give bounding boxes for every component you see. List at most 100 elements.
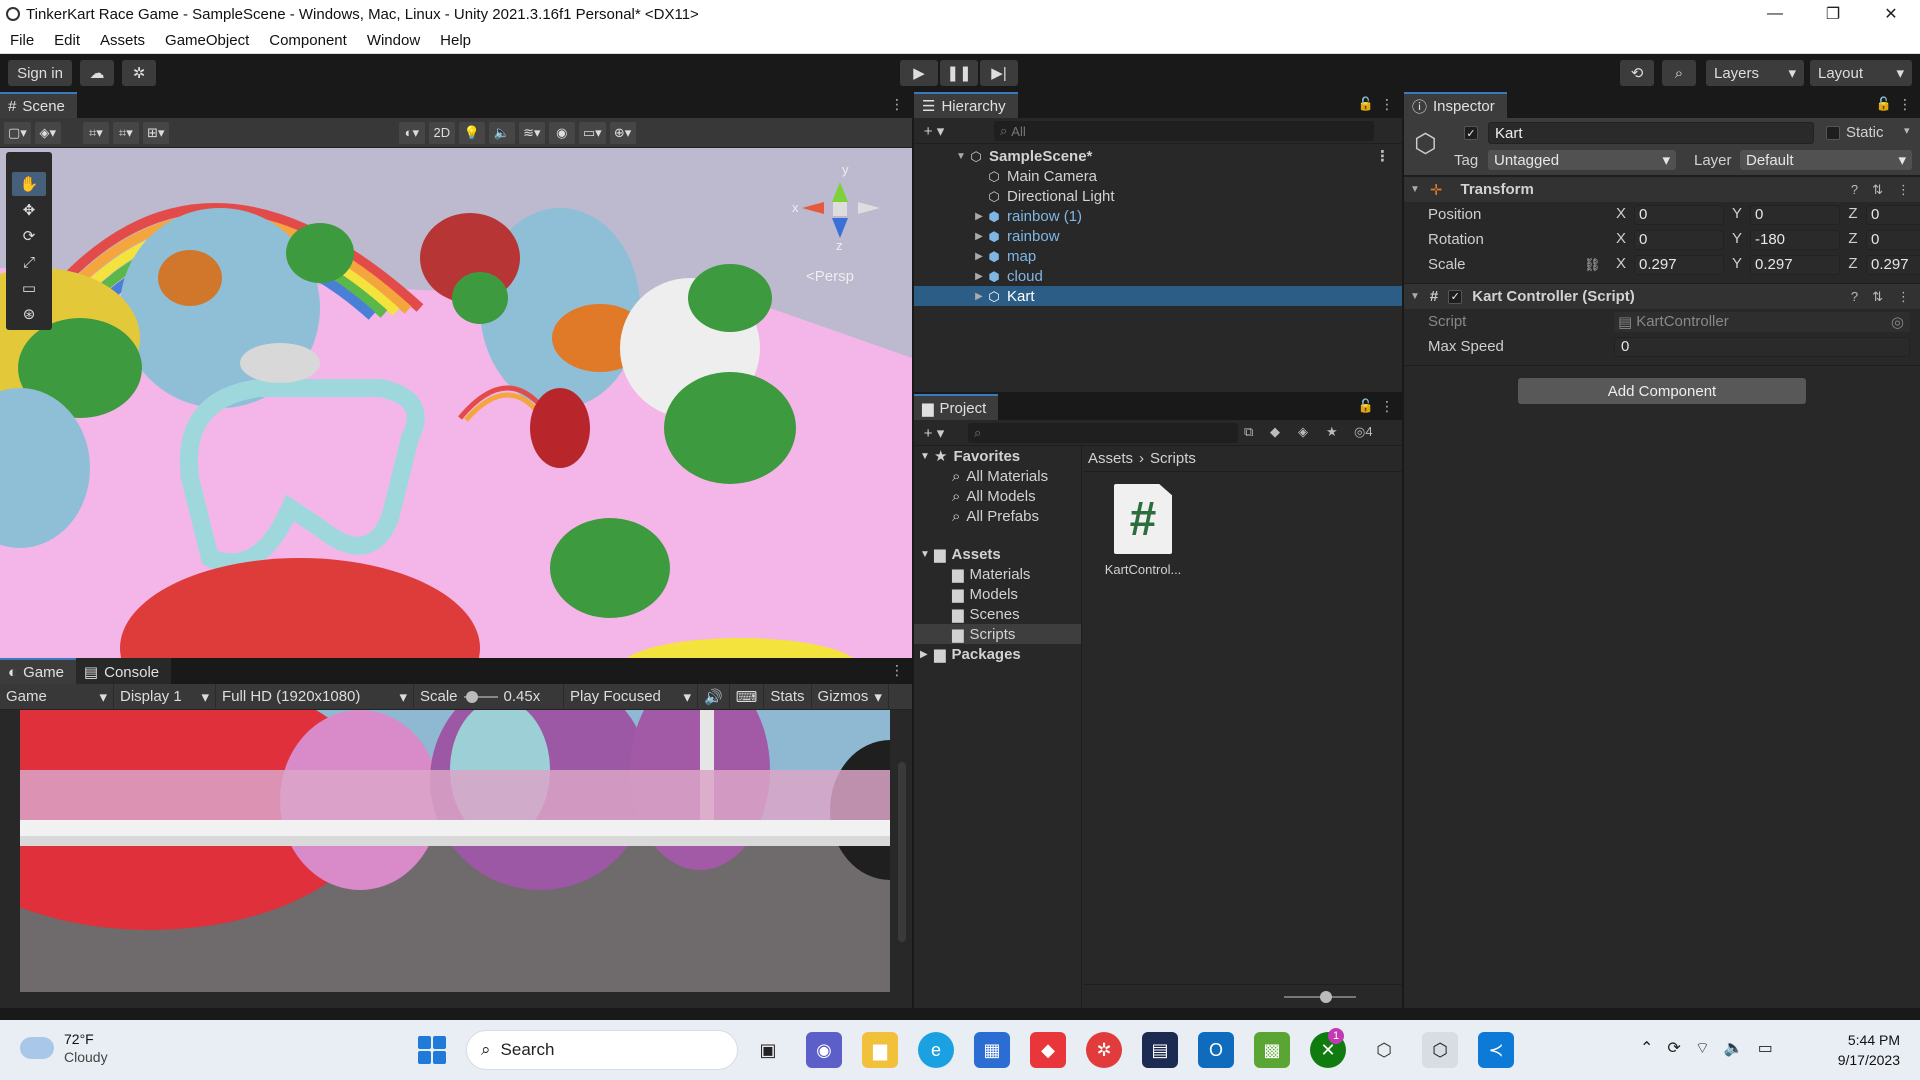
tag-dropdown[interactable]: Untagged ▾ xyxy=(1488,150,1676,170)
transform-tool-icon[interactable]: ⊛ xyxy=(12,302,46,326)
unity-hub-icon[interactable]: ⬡ xyxy=(1366,1032,1402,1068)
unity-editor-icon[interactable]: ⬡ xyxy=(1422,1032,1458,1068)
menu-file[interactable]: File xyxy=(0,32,44,49)
tab-console[interactable]: ▤ Console xyxy=(75,658,172,684)
hierarchy-item-kart[interactable]: ▶ ⬡ Kart xyxy=(914,286,1402,306)
preset-icon[interactable]: ⇅ xyxy=(1872,182,1883,198)
expand-arrow-icon[interactable]: ▼ xyxy=(1410,184,1420,195)
vscode-icon[interactable]: ≺ xyxy=(1478,1032,1514,1068)
favorite-item[interactable]: ⌕ All Materials xyxy=(914,466,1081,486)
render-mode-icon[interactable]: ◈▾ xyxy=(34,121,61,144)
tab-project[interactable]: ▆ Project xyxy=(914,394,999,420)
orientation-gizmo[interactable]: y x z xyxy=(780,158,890,258)
hierarchy-item-directional-light[interactable]: ⬡ Directional Light xyxy=(914,186,1402,206)
rotation-x-field[interactable]: 0 xyxy=(1634,229,1724,250)
minimize-button[interactable]: — xyxy=(1746,0,1804,28)
panel-menu-icon[interactable]: ⋮ xyxy=(1898,96,1912,113)
menu-window[interactable]: Window xyxy=(357,32,430,49)
scale-slider-track[interactable] xyxy=(463,690,498,703)
panel-menu-icon[interactable]: ⋮ xyxy=(890,662,904,679)
hierarchy-item-rainbow-1[interactable]: ▶ ⬢ rainbow (1) xyxy=(914,206,1402,226)
project-search-input[interactable]: ⌕ xyxy=(968,423,1238,443)
position-y-field[interactable]: 0 xyxy=(1750,204,1840,225)
packages-row[interactable]: ▶ ▆ Packages xyxy=(914,644,1081,664)
move-tool-icon[interactable]: ✥ xyxy=(12,198,46,222)
hierarchy-item-cloud[interactable]: ▶ ⬢ cloud xyxy=(914,266,1402,286)
folder-item-models[interactable]: ▆ Models xyxy=(914,584,1081,604)
expand-arrow-icon[interactable]: ▶ xyxy=(972,251,986,262)
lock-icon[interactable]: 🔓 xyxy=(1358,398,1374,414)
help-icon[interactable]: ? xyxy=(1851,289,1858,305)
component-enabled-checkbox[interactable]: ✓ xyxy=(1448,289,1463,304)
grid-visibility-icon[interactable]: ⌗▾ xyxy=(112,121,139,144)
create-button[interactable]: + ▾ xyxy=(914,122,954,140)
rotation-z-field[interactable]: 0 xyxy=(1866,229,1920,250)
icon-size-slider[interactable] xyxy=(1284,991,1356,1003)
layout-dropdown[interactable]: Layout ▾ xyxy=(1810,60,1912,86)
folder-item-scripts[interactable]: ▆ Scripts xyxy=(914,624,1081,644)
sign-in-button[interactable]: Sign in xyxy=(8,60,72,86)
chevron-down-icon[interactable]: ▾ xyxy=(1904,124,1910,137)
mute-audio-icon[interactable]: 🔊 xyxy=(698,683,730,710)
position-z-field[interactable]: 0 xyxy=(1866,204,1920,225)
view-dropdown[interactable]: Game ▾ xyxy=(0,683,114,710)
hierarchy-item-main-camera[interactable]: ⬡ Main Camera xyxy=(914,166,1402,186)
effects-icon[interactable]: ≋▾ xyxy=(518,121,545,144)
layers-dropdown[interactable]: Layers ▾ xyxy=(1706,60,1804,86)
breadcrumb-scripts[interactable]: Scripts xyxy=(1150,450,1196,467)
cloud-icon[interactable]: ☁ xyxy=(80,60,114,86)
play-icon[interactable]: ▶ xyxy=(900,60,938,86)
menu-assets[interactable]: Assets xyxy=(90,32,155,49)
help-icon[interactable]: ? xyxy=(1851,182,1858,198)
search-by-label-icon[interactable]: ◆ xyxy=(1270,424,1280,440)
transform-header[interactable]: ▼ ✛ Transform ? ⇅ ⋮ xyxy=(1404,176,1920,202)
college-app-icon[interactable]: ▤ xyxy=(1142,1032,1178,1068)
step-icon[interactable]: ▶| xyxy=(980,60,1018,86)
volume-icon[interactable]: 🔈 xyxy=(1724,1038,1744,1058)
row-menu-icon[interactable]: ⋮ xyxy=(1375,147,1390,165)
scale-y-field[interactable]: 0.297 xyxy=(1750,254,1840,275)
keyboard-icon[interactable]: ⌨ xyxy=(730,683,765,710)
display-dropdown[interactable]: Display 1 ▾ xyxy=(114,683,216,710)
panel-menu-icon[interactable]: ⋮ xyxy=(1380,398,1394,415)
weather-widget[interactable]: 72°F Cloudy xyxy=(20,1030,108,1066)
toggle-2d-button[interactable]: 2D xyxy=(428,121,455,144)
store-icon[interactable]: ▦ xyxy=(974,1032,1010,1068)
layer-dropdown[interactable]: Default ▾ xyxy=(1740,150,1912,170)
draw-gizmo-icon[interactable]: ◐▾ xyxy=(398,121,425,144)
favorite-item[interactable]: ⌕ All Prefabs xyxy=(914,506,1081,526)
favorite-star-icon[interactable]: ★ xyxy=(1326,424,1338,440)
lock-icon[interactable]: 🔓 xyxy=(1358,96,1374,112)
tag-icon[interactable]: ◈ xyxy=(1298,424,1308,440)
tab-inspector[interactable]: ⓘ Inspector xyxy=(1404,92,1507,118)
rect-tool-icon[interactable]: ▭ xyxy=(12,276,46,300)
grid-snap-icon[interactable]: ⌗▾ xyxy=(82,121,109,144)
active-checkbox[interactable]: ✓ xyxy=(1464,126,1478,140)
hierarchy-item-map[interactable]: ▶ ⬢ map xyxy=(914,246,1402,266)
static-checkbox[interactable] xyxy=(1826,126,1840,140)
file-explorer-icon[interactable]: ▆ xyxy=(862,1032,898,1068)
play-mode-dropdown[interactable]: Play Focused ▾ xyxy=(564,683,698,710)
clock[interactable]: 5:44 PM 9/17/2023 xyxy=(1838,1030,1900,1070)
hierarchy-item-rainbow[interactable]: ▶ ⬢ rainbow xyxy=(914,226,1402,246)
pause-icon[interactable]: ❚❚ xyxy=(940,60,978,86)
visibility-icon[interactable]: ◉ xyxy=(548,121,575,144)
lock-icon[interactable]: 🔓 xyxy=(1876,96,1892,112)
gizmos-button[interactable]: Gizmos ▾ xyxy=(812,683,889,710)
tab-scene[interactable]: # Scene xyxy=(0,92,77,118)
menu-component[interactable]: Component xyxy=(259,32,357,49)
draw-mode-icon[interactable]: ▢▾ xyxy=(4,121,31,144)
asset-file[interactable]: # KartControl... xyxy=(1098,484,1188,577)
scene-viewport[interactable]: ✋ ✥ ⟳ ⤢ ▭ ⊛ y x z <Persp xyxy=(0,148,912,658)
add-component-button[interactable]: Add Component xyxy=(1518,378,1806,404)
search-by-type-icon[interactable]: ⧉ xyxy=(1244,424,1253,440)
position-x-field[interactable]: 0 xyxy=(1634,204,1724,225)
expand-arrow-icon[interactable]: ▼ xyxy=(920,549,934,560)
chevron-up-icon[interactable]: ⌃ xyxy=(1640,1038,1653,1058)
object-name-field[interactable]: Kart xyxy=(1488,122,1814,144)
expand-arrow-icon[interactable]: ▶ xyxy=(920,649,934,660)
hierarchy-search-input[interactable]: ⌕ All xyxy=(994,121,1374,141)
panel-menu-icon[interactable]: ⋮ xyxy=(1380,96,1394,113)
app-red-icon[interactable]: ◆ xyxy=(1030,1032,1066,1068)
script-field[interactable]: ▤ KartController ◎ xyxy=(1614,311,1910,332)
